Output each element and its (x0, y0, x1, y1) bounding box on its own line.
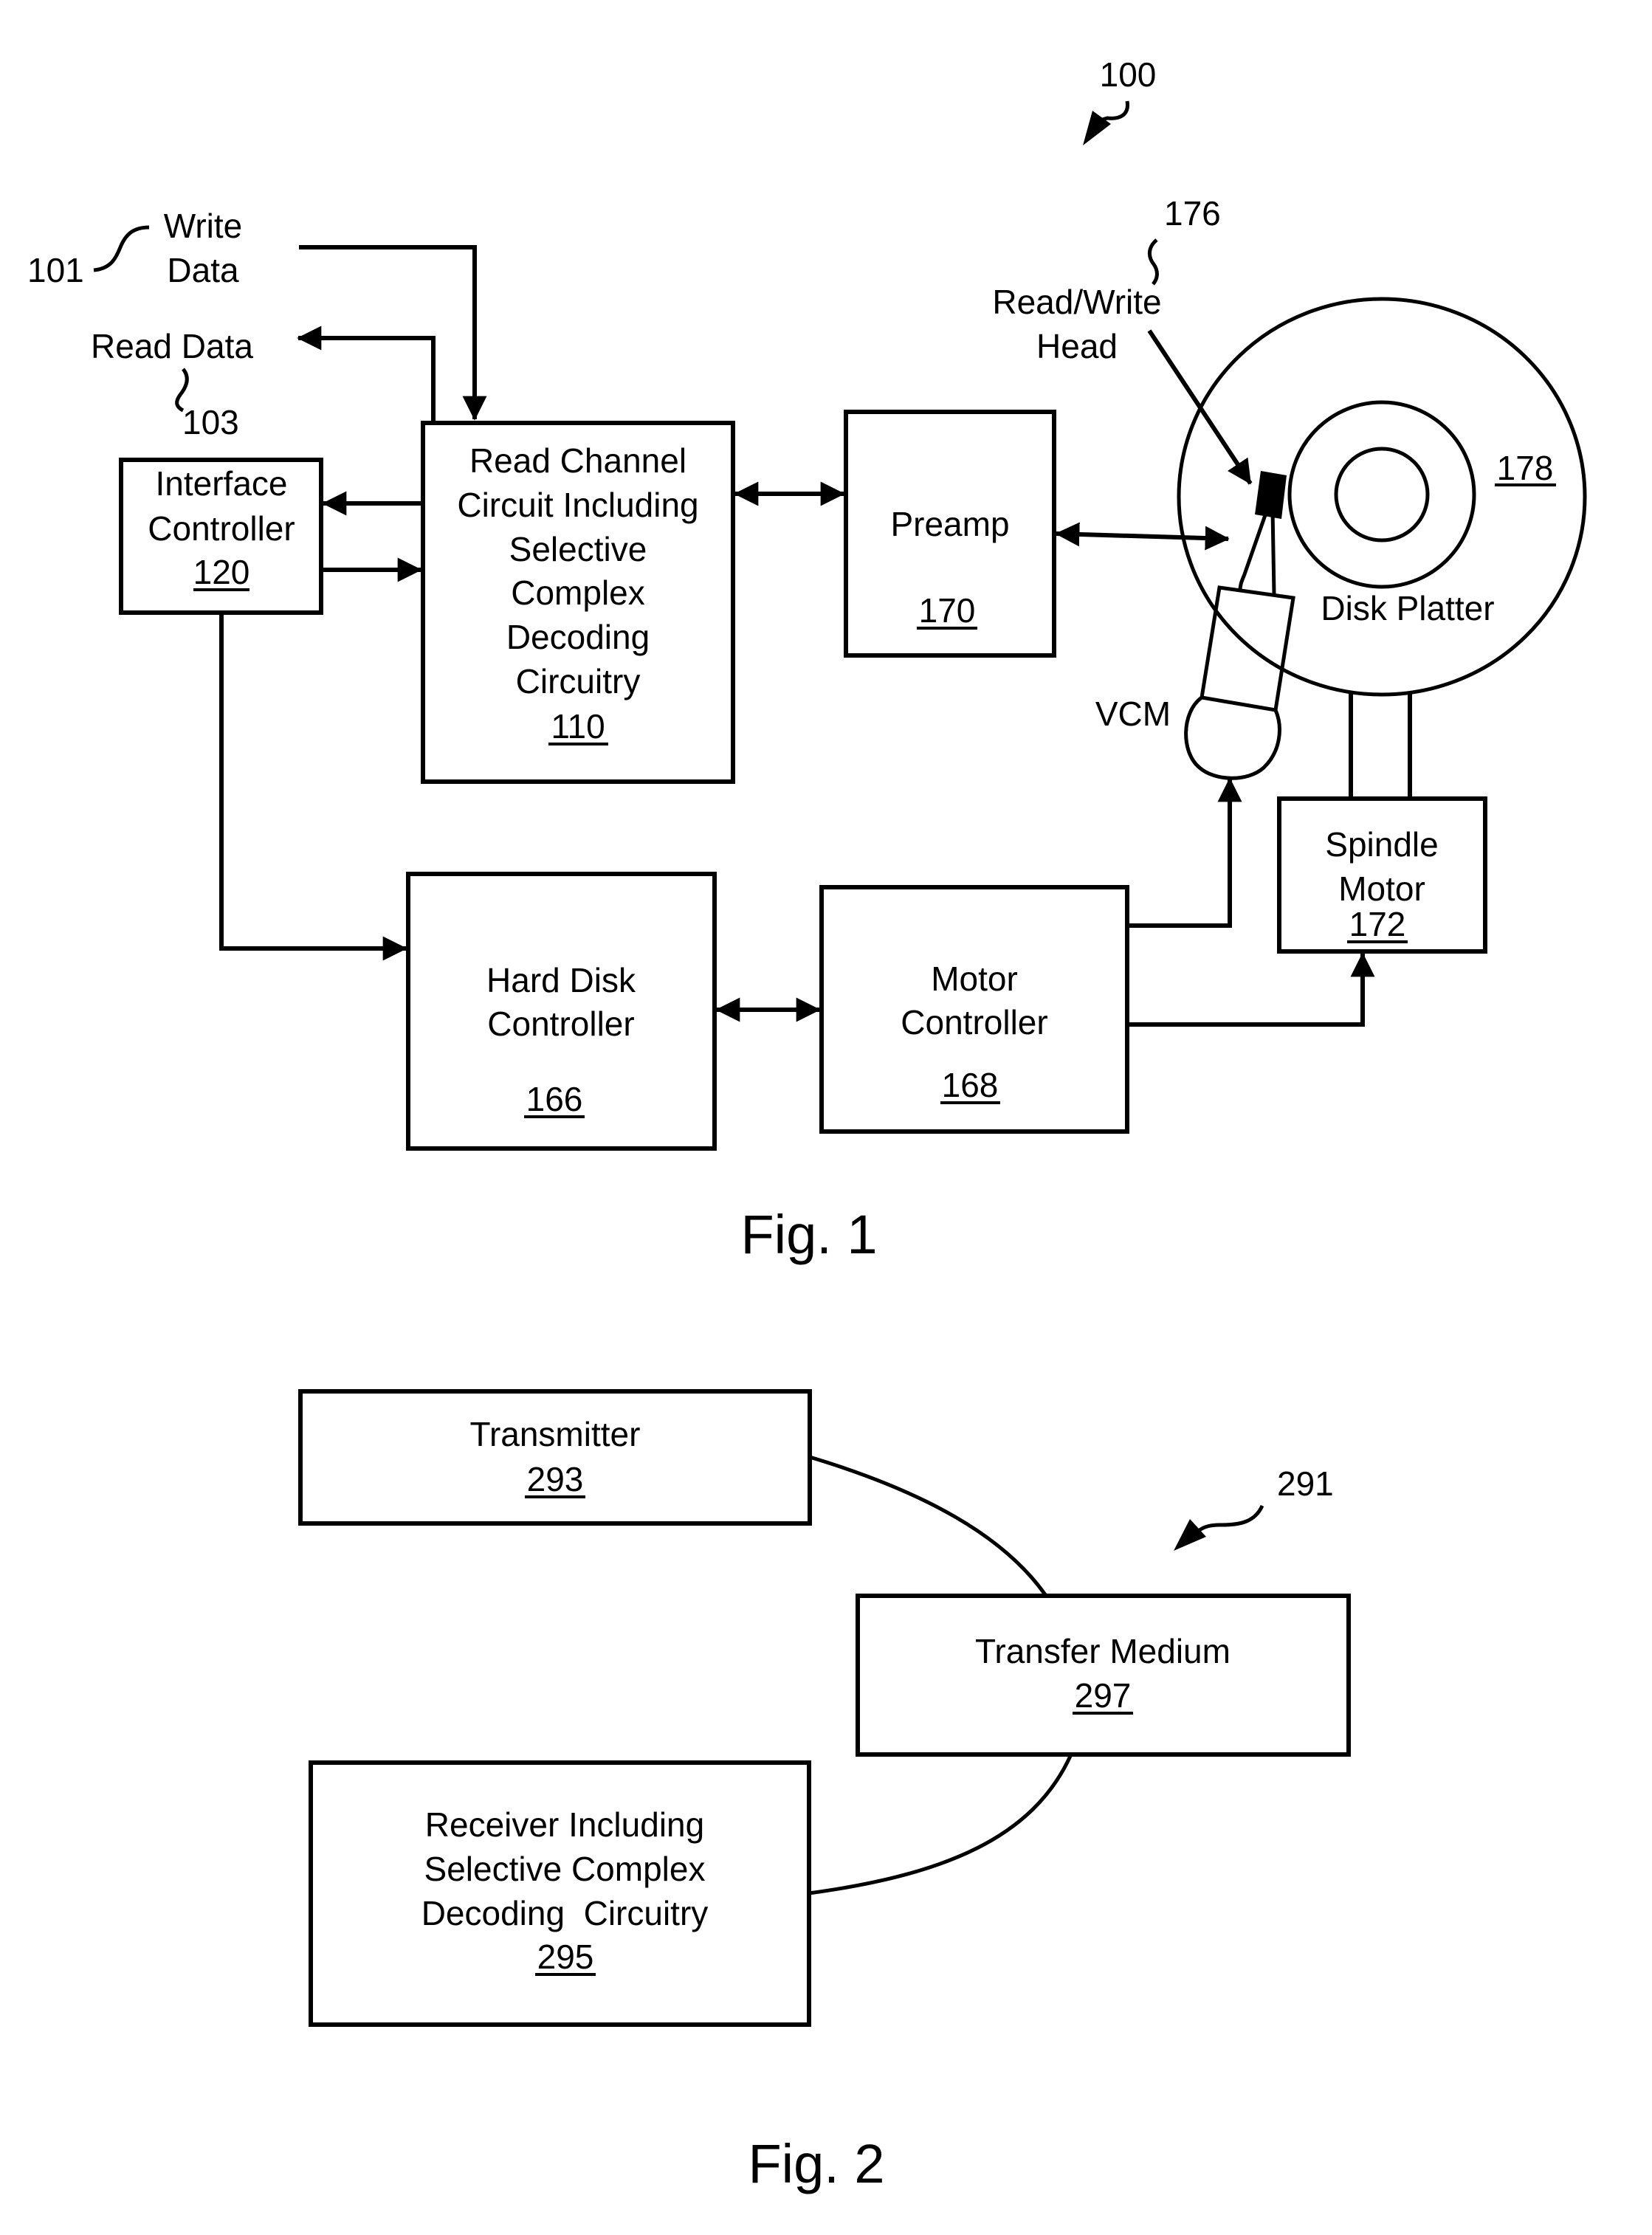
mc-ref: 168 (942, 1066, 999, 1104)
head-ref-leader (1148, 238, 1159, 286)
receiver-label-line2: Selective Complex (424, 1850, 706, 1888)
head-label-line2: Head (1036, 327, 1118, 365)
read-data-ref: 103 (182, 403, 239, 441)
disk-middle-ring (1287, 400, 1476, 589)
write-data-leader (93, 225, 150, 272)
disk-outer-edge (1177, 297, 1587, 697)
read-channel-ref: 110 (551, 707, 605, 745)
write-data-label-line1: Write (164, 207, 243, 245)
disk-platter: 178 Disk Platter (1177, 297, 1587, 697)
spindle-motor-ref: 172 (1349, 905, 1406, 943)
system-ref-291: 291 (1277, 1464, 1334, 1503)
spindle-motor-label-line1: Spindle (1325, 825, 1438, 864)
read-write-head-icon (1255, 471, 1287, 519)
transmitter-block: Transmitter 293 (298, 1389, 812, 1526)
receiver-label-line1: Receiver Including (425, 1805, 704, 1844)
actuator-arm-left (1238, 512, 1268, 591)
head-actuator-assembly: VCM (1095, 471, 1295, 780)
mc-label-line1: Motor (931, 960, 1018, 998)
write-data-wire (299, 245, 487, 421)
patent-drawing: 100 101 Write Data Read Data 103 Interfa… (27, 55, 1587, 2194)
figure-2-caption: Fig. 2 (748, 2133, 884, 2194)
mc-to-spindle-wire (1127, 952, 1375, 1027)
interface-controller-ref: 120 (193, 553, 250, 591)
head-pointer-arrow (1147, 329, 1253, 485)
motor-controller-block: Motor Controller 168 (819, 885, 1129, 1134)
transfer-medium-block: Transfer Medium 297 (856, 1594, 1351, 1757)
head-ref: 176 (1164, 194, 1221, 233)
preamp-ref: 170 (919, 591, 976, 630)
interface-controller-label-line2: Controller (148, 509, 295, 548)
read-channel-label-line4: Complex (511, 574, 645, 612)
spindle-motor-label-line2: Motor (1338, 869, 1425, 908)
figure-1-caption: Fig. 1 (740, 1204, 877, 1265)
write-data-label-line2: Data (167, 251, 239, 289)
spindle-motor-block: Spindle Motor 172 (1277, 796, 1487, 954)
read-data-label: Read Data (91, 327, 253, 365)
system-ref-100: 100 (1100, 55, 1157, 94)
system-ref-arrow-icon (1099, 100, 1129, 123)
interface-controller-block: Interface Controller 120 (119, 458, 323, 615)
head-label-line1: Read/Write (992, 283, 1161, 321)
read-channel-label-line3: Selective (509, 530, 647, 568)
preamp-block: Preamp 170 (844, 410, 1056, 658)
ic-to-hdc-wire (219, 613, 407, 961)
mc-label-line2: Controller (901, 1003, 1047, 1041)
transmitter-to-medium-link (809, 1455, 1048, 1597)
read-channel-label-line5: Decoding (506, 618, 650, 656)
read-channel-label-line6: Circuitry (516, 662, 641, 700)
read-data-wire (297, 326, 436, 422)
system-ref-291-arrowhead-icon (1174, 1519, 1206, 1551)
hdc-label-line1: Hard Disk (486, 961, 636, 999)
disk-spindle-hub (1334, 447, 1430, 543)
transfer-medium-label: Transfer Medium (975, 1632, 1231, 1670)
receiver-block: Receiver Including Selective Complex Dec… (309, 1760, 811, 2027)
system-ref-arrowhead-icon (1083, 111, 1111, 145)
disk-platter-ref: 178 (1497, 449, 1554, 487)
system-ref-291-arrow-icon (1198, 1504, 1264, 1532)
write-data-ref: 101 (27, 251, 84, 289)
preamp-label: Preamp (890, 505, 1009, 543)
receiver-label-line3: Decoding Circuitry (421, 1894, 709, 1932)
preamp-head-bidirectional-wire (1055, 522, 1230, 551)
mc-to-vcm-wire (1127, 777, 1242, 928)
disk-platter-label: Disk Platter (1321, 589, 1494, 627)
transfer-medium-ref: 297 (1075, 1676, 1132, 1715)
figure-2: Transmitter 293 Transfer Medium 297 Rece… (298, 1389, 1351, 2194)
hard-disk-controller-block: Hard Disk Controller 166 (406, 872, 717, 1151)
hdc-label-line2: Controller (487, 1005, 634, 1043)
actuator-arm-right (1270, 509, 1276, 595)
interface-controller-label-line1: Interface (156, 464, 288, 503)
read-channel-block: Read Channel Circuit Including Selective… (421, 421, 735, 784)
vcm-label: VCM (1095, 695, 1171, 733)
actuator-body (1200, 585, 1295, 712)
receiver-ref: 295 (537, 1938, 594, 1976)
transmitter-label: Transmitter (470, 1415, 641, 1453)
figure-1: 100 101 Write Data Read Data 103 Interfa… (27, 55, 1587, 1265)
medium-to-receiver-link (808, 1753, 1073, 1895)
read-channel-label-line1: Read Channel (469, 441, 686, 480)
hdc-ref: 166 (526, 1080, 583, 1118)
read-channel-label-line2: Circuit Including (457, 486, 698, 524)
transmitter-ref: 293 (527, 1460, 584, 1498)
